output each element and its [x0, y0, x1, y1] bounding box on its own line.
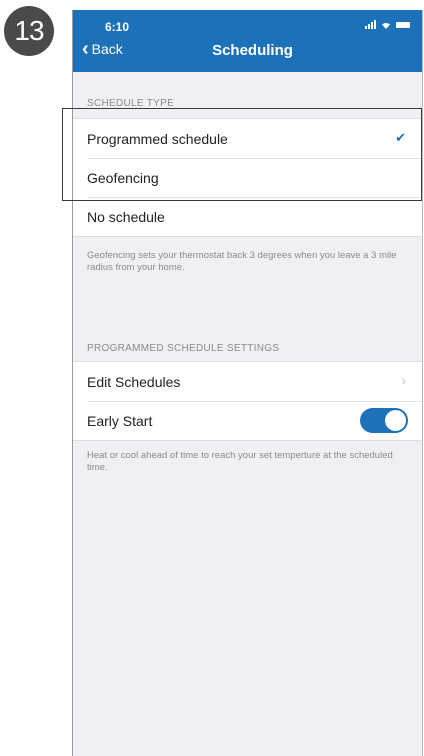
- navigation-bar: 6:10 ‹ Back Scheduling: [73, 10, 422, 72]
- early-start-row: Early Start: [73, 401, 422, 440]
- highlight-box: [62, 108, 422, 201]
- toggle-knob: [385, 410, 406, 431]
- page-title: Scheduling: [212, 42, 293, 59]
- programmed-settings-header: PROGRAMMED SCHEDULE SETTINGS: [87, 343, 280, 354]
- programmed-settings-list: Edit Schedules › Early Start: [73, 361, 422, 441]
- battery-icon: [396, 21, 410, 28]
- step-number-badge: 13: [4, 6, 54, 56]
- chevron-right-icon: ›: [401, 372, 406, 388]
- edit-schedules-label: Edit Schedules: [87, 373, 181, 390]
- option-no-schedule[interactable]: No schedule: [73, 197, 422, 236]
- edit-schedules-row[interactable]: Edit Schedules ›: [73, 362, 422, 401]
- status-time: 6:10: [105, 20, 130, 34]
- geofencing-footnote: Geofencing sets your thermostat back 3 d…: [87, 250, 397, 273]
- early-start-label: Early Start: [87, 412, 153, 429]
- early-start-toggle[interactable]: [360, 408, 408, 433]
- signal-icon: [365, 20, 376, 29]
- wifi-icon: [382, 22, 390, 29]
- early-start-footnote: Heat or cool ahead of time to reach your…: [87, 450, 393, 473]
- status-icons: [365, 20, 410, 29]
- option-label: No schedule: [87, 208, 165, 225]
